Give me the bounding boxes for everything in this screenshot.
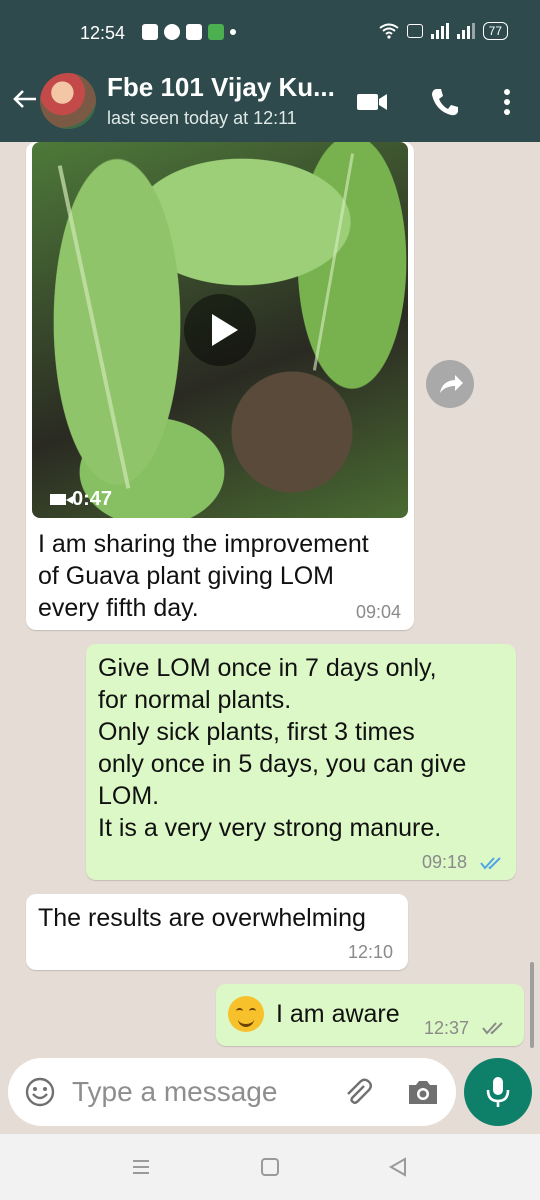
video-duration-text: 0:47: [72, 488, 113, 510]
volte-icon: [406, 24, 423, 38]
notification-icons: [142, 24, 236, 40]
mail-icon: [186, 24, 202, 40]
system-icons: 77: [379, 22, 508, 40]
message-incoming[interactable]: The results are overwhelming 12:10: [26, 894, 408, 970]
message-time: 09:18: [422, 852, 468, 872]
voice-message-button[interactable]: [464, 1058, 532, 1126]
video-thumbnail[interactable]: 0:47: [32, 142, 408, 518]
leaf-image-detail-2: [312, 153, 355, 371]
message-text: Give LOM once in 7 days only, for normal…: [98, 654, 467, 842]
system-navigation-bar: [0, 1134, 540, 1200]
contact-name[interactable]: Fbe 101 Vijay Ku...: [107, 72, 335, 103]
message-text: The results are overwhelming: [38, 904, 366, 932]
message-incoming-video[interactable]: 0:47 I am sharing the improvement of Gua…: [26, 142, 414, 630]
mic-icon: [486, 1077, 510, 1107]
camera-icon[interactable]: [406, 1076, 440, 1108]
calendar-icon: [142, 24, 158, 40]
leaf-image-detail: [57, 165, 131, 489]
message-outgoing-short[interactable]: I am aware 12:37: [216, 984, 524, 1046]
signal-2-icon: [456, 23, 475, 39]
message-text: I am aware: [276, 1000, 400, 1028]
forward-icon: [440, 375, 463, 393]
delivered-receipt-icon: [482, 1022, 503, 1035]
home-icon[interactable]: [259, 1156, 281, 1178]
message-time: 09:04: [356, 602, 402, 622]
status-bar: 12:54 77: [0, 0, 540, 60]
last-seen: last seen today at 12:11: [107, 108, 297, 128]
voice-call-icon[interactable]: [428, 85, 462, 119]
forward-button[interactable]: [426, 360, 474, 408]
chat-header: Fbe 101 Vijay Ku... last seen today at 1…: [0, 60, 540, 142]
signal-icon: [430, 23, 449, 39]
download-icon: [208, 24, 224, 40]
video-camera-icon: [50, 494, 73, 505]
back-nav-icon[interactable]: [387, 1156, 409, 1178]
message-input[interactable]: Type a message: [72, 1076, 277, 1108]
read-receipt-icon: [480, 857, 501, 870]
chat-area[interactable]: 0:47 I am sharing the improvement of Gua…: [0, 142, 540, 1054]
avatar[interactable]: [40, 73, 96, 129]
more-notifications-dot-icon: [230, 29, 236, 35]
status-time: 12:54: [80, 23, 126, 43]
message-time: 12:10: [348, 942, 394, 962]
video-duration: 0:47: [50, 488, 112, 511]
message-composer[interactable]: Type a message: [8, 1058, 456, 1126]
back-arrow-icon[interactable]: [10, 84, 40, 114]
emoji-icon[interactable]: [24, 1076, 56, 1108]
scrollbar[interactable]: [530, 962, 534, 1048]
message-outgoing[interactable]: Give LOM once in 7 days only, for normal…: [86, 644, 516, 880]
battery-icon: 77: [482, 22, 508, 40]
message-text: I am sharing the improvement of Guava pl…: [38, 530, 369, 622]
wifi-icon: [379, 23, 399, 39]
recent-apps-icon[interactable]: [130, 1156, 152, 1178]
more-options-icon[interactable]: [490, 85, 524, 119]
attach-icon[interactable]: [342, 1076, 374, 1108]
video-call-icon[interactable]: [355, 85, 389, 119]
smiling-face-emoji-icon: [228, 996, 264, 1032]
message-time: 12:37: [424, 1018, 470, 1038]
play-icon[interactable]: [184, 294, 256, 366]
globe-icon: [164, 24, 180, 40]
